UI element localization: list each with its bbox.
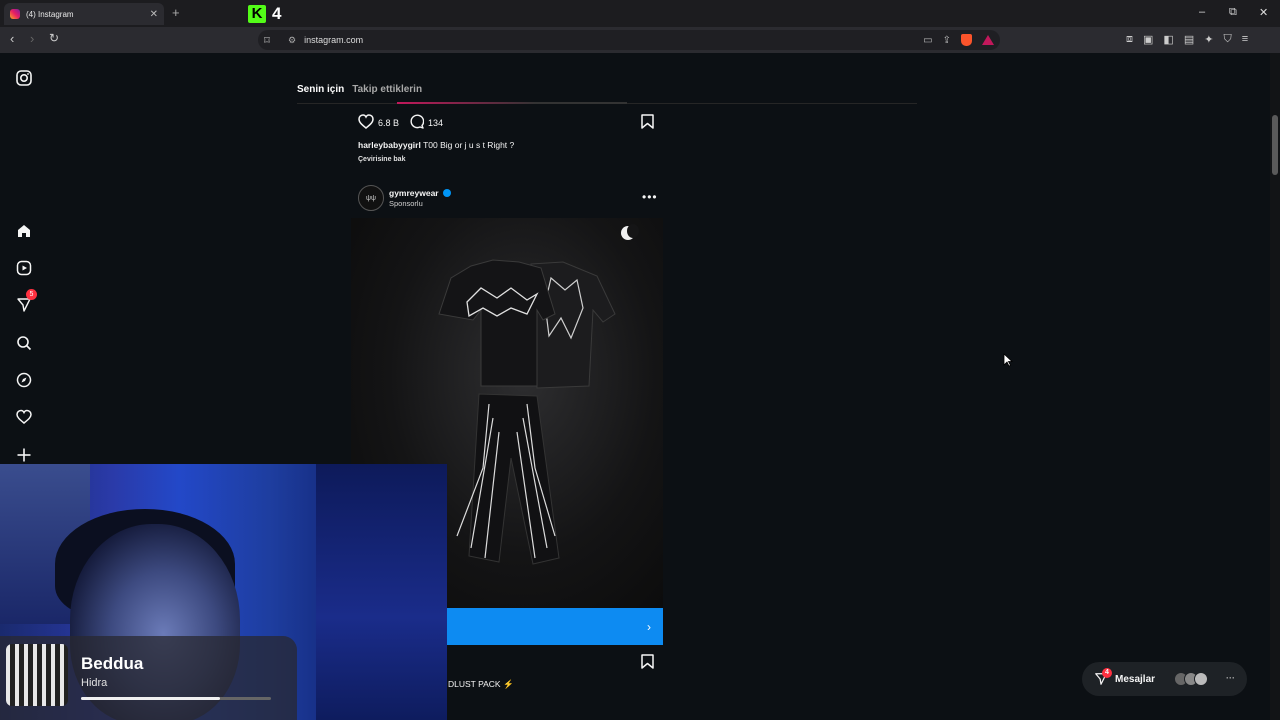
instagram-favicon-icon — [10, 9, 20, 19]
tab-for-you[interactable]: Senin için — [297, 84, 344, 95]
save-icon-2[interactable] — [641, 654, 654, 674]
webcam-background-panel — [316, 464, 447, 720]
kick-overlay: K 4 — [248, 4, 281, 24]
menu-icon[interactable]: ≡ — [1242, 33, 1248, 46]
reels-icon[interactable] — [14, 258, 34, 278]
like-icon[interactable] — [358, 114, 374, 131]
mouse-cursor-icon — [1003, 353, 1014, 372]
site-info-icon[interactable]: ⚙ — [288, 35, 296, 46]
caption-username[interactable]: harleybabyygirl — [358, 140, 421, 150]
messages-button[interactable]: 4 Mesajlar ··· — [1082, 662, 1247, 696]
tab-following[interactable]: Takip ettiklerin — [352, 84, 422, 95]
back-button[interactable]: ‹ — [10, 31, 14, 46]
share-icon[interactable]: ⇪ — [943, 35, 951, 46]
messages-more-icon[interactable]: ··· — [1226, 673, 1235, 683]
song-artist: Hidra — [81, 677, 108, 689]
search-icon[interactable] — [14, 333, 34, 353]
leo-ai-icon[interactable]: ✦ — [1204, 33, 1213, 46]
reload-button[interactable]: ↻ — [49, 31, 59, 45]
instagram-logo-icon[interactable] — [14, 68, 34, 88]
sidebar-toggle-icon[interactable]: ◧ — [1163, 33, 1173, 46]
url-text: instagram.com — [304, 35, 364, 45]
album-cover — [6, 644, 68, 706]
kick-logo-icon: K — [248, 5, 266, 23]
see-translation-link[interactable]: Çevirisine bak — [358, 156, 405, 163]
song-progress-bar — [81, 697, 271, 700]
now-playing-widget: Beddua Hidra — [0, 636, 297, 720]
address-bar[interactable]: ⌑ ⚙ instagram.com ▭ ⇪ — [258, 30, 1000, 50]
messages-badge: 4 — [1102, 668, 1112, 678]
bookmark-icon[interactable]: ⌑ — [260, 34, 274, 47]
new-tab-button[interactable]: + — [172, 5, 180, 20]
like-count: 6.8 B — [378, 117, 400, 128]
extensions-area: ⧈ ▣ ◧ ▤ ✦ ⛉ ≡ — [1126, 33, 1248, 46]
avatar[interactable]: ψψ — [358, 185, 384, 211]
caption-text: T00 Big or j u s t Right ? — [423, 140, 515, 150]
post-caption-2: DLUST PACK ⚡ — [448, 679, 514, 689]
video-progress-line — [397, 102, 627, 104]
more-options-icon[interactable]: ••• — [642, 190, 658, 204]
cast-icon[interactable]: ▭ — [923, 35, 932, 46]
post-header: ψψ gymreywear Sponsorlu — [358, 185, 451, 211]
comment-icon[interactable] — [409, 114, 425, 131]
chevron-right-icon: › — [647, 619, 651, 634]
shop-now-button[interactable]: › — [447, 608, 663, 645]
brave-shields-icon[interactable] — [961, 34, 972, 46]
sponsored-label: Sponsorlu — [389, 199, 423, 208]
maximize-button[interactable]: ⧉ — [1229, 6, 1237, 19]
verified-badge-icon — [442, 189, 451, 197]
avatar — [1194, 672, 1208, 686]
minimize-button[interactable]: – — [1199, 6, 1205, 18]
tab-instagram[interactable]: (4) Instagram ✕ — [4, 3, 164, 25]
song-progress-fill — [81, 697, 220, 700]
tab-close-icon[interactable]: ✕ — [150, 9, 158, 20]
comment-count: 134 — [428, 117, 444, 128]
heart-icon[interactable] — [14, 407, 34, 427]
notifications-badge: 5 — [26, 289, 37, 300]
browser-tab-bar: (4) Instagram ✕ + K 4 – ⧉ ✕ — [0, 0, 1280, 27]
browser-toolbar: ‹ › ↻ ⌑ ⚙ instagram.com ▭ ⇪ ⧈ ▣ ◧ ▤ ✦ ⛉ … — [0, 27, 1280, 53]
messages-icon[interactable]: 5 — [14, 289, 37, 315]
tab-title: (4) Instagram — [26, 9, 74, 19]
song-title: Beddua — [81, 654, 144, 673]
home-icon[interactable] — [14, 221, 34, 241]
kick-count: 4 — [272, 4, 282, 23]
forward-button[interactable]: › — [30, 31, 34, 46]
feed-tabs: Senin için Takip ettiklerin — [297, 84, 422, 95]
scrollbar-thumb[interactable] — [1272, 115, 1278, 175]
brave-rewards-icon[interactable] — [982, 35, 994, 45]
message-avatars — [1174, 672, 1208, 686]
explore-icon[interactable] — [14, 370, 34, 390]
close-window-button[interactable]: ✕ — [1259, 6, 1268, 19]
post-username[interactable]: gymreywear — [389, 188, 439, 198]
extensions-icon[interactable]: ⧈ — [1126, 33, 1133, 46]
vpn-icon[interactable]: ⛉ — [1223, 33, 1231, 46]
wallet-icon[interactable]: ▤ — [1184, 33, 1194, 46]
create-icon[interactable] — [14, 445, 34, 465]
page-scrollbar[interactable] — [1270, 53, 1280, 720]
tab-search-icon[interactable]: ▣ — [1143, 33, 1153, 46]
save-icon[interactable] — [641, 114, 654, 134]
post-actions: 6.8 B 134 — [358, 114, 453, 131]
post-caption: harleybabyygirl T00 Big or j u s t Right… — [358, 140, 514, 150]
messages-label: Mesajlar — [1115, 673, 1156, 685]
